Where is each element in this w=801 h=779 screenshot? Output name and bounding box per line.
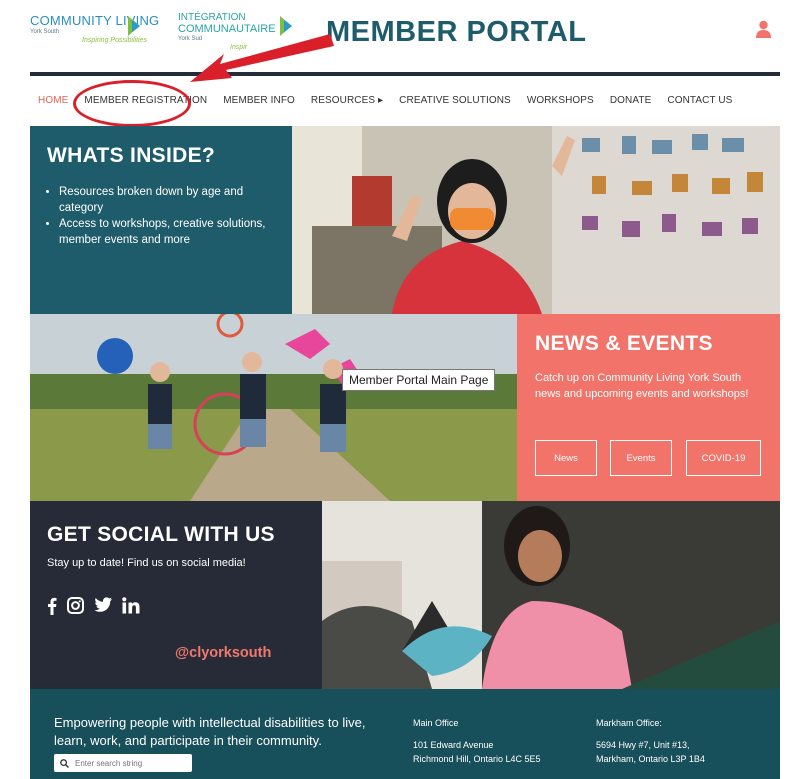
user-icon[interactable]: [755, 20, 772, 38]
main-office-line2: Richmond Hill, Ontario L4C 5E5: [413, 754, 541, 764]
news-events-text: Catch up on Community Living York South …: [535, 372, 749, 400]
hero-photo-kitchen: [292, 126, 780, 314]
twitter-icon[interactable]: [94, 597, 112, 613]
nav-workshops[interactable]: WORKSHOPS: [527, 95, 594, 106]
search-input[interactable]: [75, 758, 185, 768]
linkedin-icon[interactable]: [122, 597, 140, 614]
footer-search[interactable]: [54, 754, 192, 772]
nav-home[interactable]: HOME: [38, 95, 68, 106]
markham-office-heading: Markham Office:: [596, 718, 662, 728]
annotation-arrow-icon: [190, 34, 334, 82]
search-icon: [60, 758, 69, 768]
list-item: Resources broken down by age and categor…: [59, 184, 275, 216]
social-title: GET SOCIAL WITH US: [47, 523, 275, 546]
whats-inside-panel: WHATS INSIDE? Resources broken down by a…: [30, 126, 292, 314]
tooltip: Member Portal Main Page: [342, 369, 496, 391]
social-handle[interactable]: @clyorksouth: [175, 645, 271, 661]
markham-office-line2: Markham, Ontario L3P 1B4: [596, 754, 705, 764]
news-button[interactable]: News: [535, 440, 597, 476]
footer: Empowering people with intellectual disa…: [30, 689, 780, 779]
main-office-heading: Main Office: [413, 718, 459, 728]
list-item: Access to workshops, creative solutions,…: [59, 216, 275, 248]
markham-office: Markham Office: 5694 Hwy #7, Unit #13, M…: [596, 716, 705, 766]
instagram-icon[interactable]: [67, 597, 84, 614]
social-text: Stay up to date! Find us on social media…: [47, 557, 246, 569]
nav-creative-solutions[interactable]: CREATIVE SOLUTIONS: [399, 95, 511, 106]
news-events-title: NEWS & EVENTS: [535, 332, 713, 355]
community-living-logo[interactable]: COMMUNITY LIVING York South Inspiring Po…: [30, 14, 159, 45]
whats-inside-list: Resources broken down by age and categor…: [59, 184, 275, 248]
news-events-panel: NEWS & EVENTS Catch up on Community Livi…: [517, 314, 780, 501]
whats-inside-title: WHATS INSIDE?: [47, 144, 216, 167]
footer-mission: Empowering people with intellectual disa…: [54, 715, 366, 748]
covid-19-button[interactable]: COVID-19: [686, 440, 761, 476]
main-office-line1: 101 Edward Avenue: [413, 740, 494, 750]
nav-donate[interactable]: DONATE: [610, 95, 652, 106]
facebook-icon[interactable]: [47, 597, 57, 615]
social-panel: GET SOCIAL WITH US Stay up to date! Find…: [30, 501, 322, 689]
events-button[interactable]: Events: [610, 440, 672, 476]
page-title: MEMBER PORTAL: [326, 16, 587, 48]
hero-photo-knitting: [322, 501, 780, 689]
nav-contact-us[interactable]: CONTACT US: [667, 95, 732, 106]
page: COMMUNITY LIVING York South Inspiring Po…: [0, 0, 801, 779]
hero-photo-jumping: [30, 314, 518, 501]
main-office: Main Office 101 Edward Avenue Richmond H…: [413, 716, 541, 766]
header-divider: [30, 72, 780, 76]
logo-tagline: Inspiring Possibilities: [82, 37, 147, 44]
markham-office-line1: 5694 Hwy #7, Unit #13,: [596, 740, 690, 750]
annotation-ellipse: [73, 80, 191, 127]
social-icons: [47, 597, 140, 615]
logo-mark-icon: [128, 16, 140, 36]
